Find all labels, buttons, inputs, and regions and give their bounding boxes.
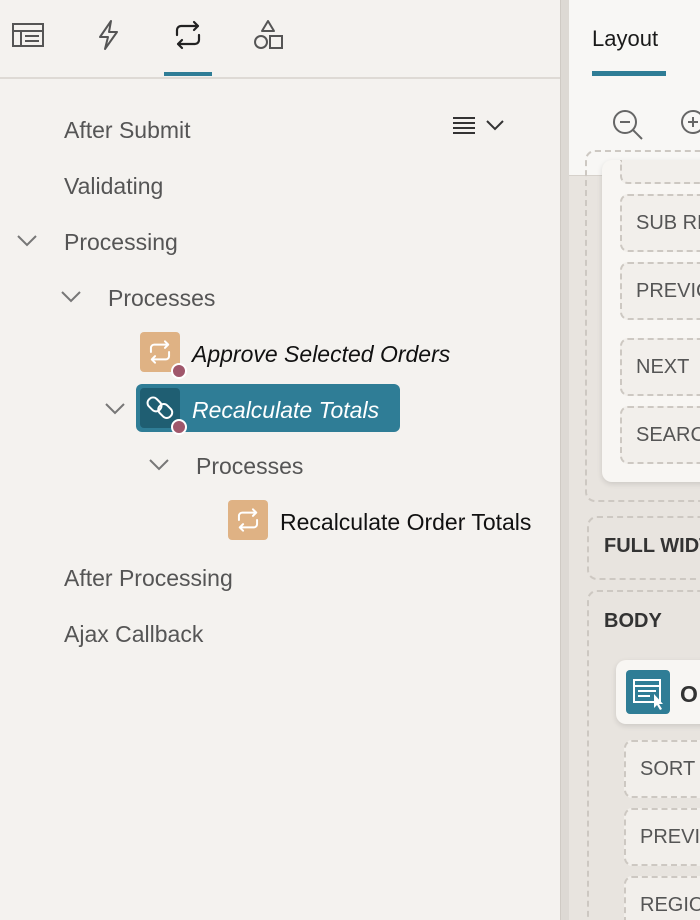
menu-icon <box>453 117 504 134</box>
tab-layout[interactable]: Layout <box>592 26 658 52</box>
condition-badge-icon <box>171 419 187 435</box>
tree-node-label: Recalculate Totals <box>192 396 380 423</box>
tree-node-after-submit[interactable]: After Submit <box>64 110 191 150</box>
lightning-icon <box>99 20 118 50</box>
slot-sub-regions[interactable]: SUB RE <box>620 194 700 252</box>
slot-sort[interactable]: SORT ( <box>624 740 700 798</box>
tree-node-label: Processes <box>108 284 216 311</box>
zoom-in-icon[interactable] <box>679 108 700 142</box>
tree-node-label: Approve Selected Orders <box>192 340 451 367</box>
tree-node-processing[interactable]: Processing <box>64 222 178 262</box>
tree-node-label: Ajax Callback <box>64 620 204 647</box>
chevron-down-icon[interactable] <box>15 228 39 252</box>
tree-menu-button[interactable] <box>450 112 510 142</box>
tree-node-ajax-callback[interactable]: Ajax Callback <box>64 614 203 654</box>
tree-node-child-processes[interactable]: Processes <box>196 446 303 486</box>
tree-node-label: Recalculate Order Totals <box>280 508 532 535</box>
condition-badge-icon <box>171 363 187 379</box>
chevron-down-icon[interactable] <box>147 452 171 476</box>
tab-underline <box>592 71 666 76</box>
layout-slot[interactable] <box>620 160 700 184</box>
process-icon <box>228 500 268 540</box>
slot-search[interactable]: SEARC <box>620 406 700 464</box>
tree-node-approve-selected-orders[interactable]: Approve Selected Orders <box>192 334 450 374</box>
tree-node-label-selected: Recalculate Totals <box>192 390 379 430</box>
tree-node-recalculate-order-totals[interactable]: Recalculate Order Totals <box>280 502 531 542</box>
slot-next[interactable]: NEXT <box>620 338 700 396</box>
zoom-out-icon[interactable] <box>611 108 645 142</box>
tree-tab-bar <box>0 0 560 79</box>
rendering-tree-pane: After Submit Validating Processing Proce… <box>0 0 560 920</box>
layout-pane: Layout SUB RE PREVIC NEXT SEARC FULL WID… <box>569 0 700 920</box>
tree-node-label: Validating <box>64 172 164 199</box>
slot-region[interactable]: REGIO <box>624 876 700 920</box>
chevron-down-icon[interactable] <box>59 284 83 308</box>
tree-node-label: After Processing <box>64 564 233 591</box>
tree-node-label: Processes <box>196 452 304 479</box>
tab-rendering[interactable] <box>4 18 52 76</box>
process-icon <box>140 332 187 379</box>
tree-node-label: After Submit <box>64 116 191 143</box>
slot-previous-2[interactable]: PREVIC <box>624 808 700 866</box>
tab-shared-components[interactable] <box>244 18 292 76</box>
rendering-table-icon <box>12 23 44 47</box>
chevron-down-icon[interactable] <box>103 396 127 420</box>
tree-node-validating[interactable]: Validating <box>64 166 163 206</box>
tab-processing[interactable] <box>164 18 212 76</box>
tree-node-processes[interactable]: Processes <box>108 278 215 318</box>
tree-node-label: Processing <box>64 228 178 255</box>
orders-region-title: O <box>680 681 698 707</box>
processing-loop-icon <box>175 20 201 50</box>
linked-process-icon <box>140 388 187 435</box>
shapes-icon <box>254 20 283 49</box>
pane-splitter[interactable] <box>560 0 569 920</box>
tree-node-after-processing[interactable]: After Processing <box>64 558 233 598</box>
slot-previous[interactable]: PREVIC <box>620 262 700 320</box>
region-label-full-width: FULL WIDT <box>604 535 700 557</box>
region-label-body: BODY <box>604 610 662 632</box>
tab-dynamic-actions[interactable] <box>84 18 132 76</box>
interactive-report-icon <box>626 670 670 714</box>
